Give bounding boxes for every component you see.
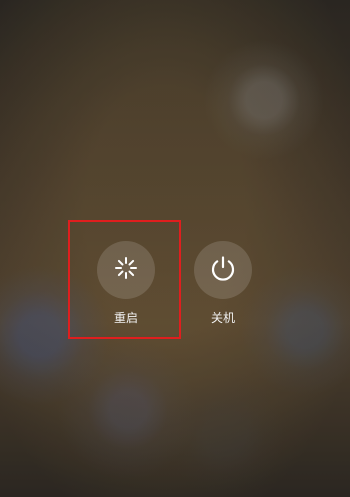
restart-button[interactable]: 重启	[91, 241, 161, 325]
power-off-label: 关机	[210, 311, 235, 325]
restart-icon	[112, 254, 140, 286]
power-off-button-circle[interactable]	[194, 241, 252, 299]
restart-label: 重启	[113, 311, 138, 325]
restart-button-circle[interactable]	[97, 241, 155, 299]
power-icon	[208, 253, 238, 287]
dim-overlay	[0, 0, 350, 497]
power-off-button[interactable]: 关机	[188, 241, 258, 325]
